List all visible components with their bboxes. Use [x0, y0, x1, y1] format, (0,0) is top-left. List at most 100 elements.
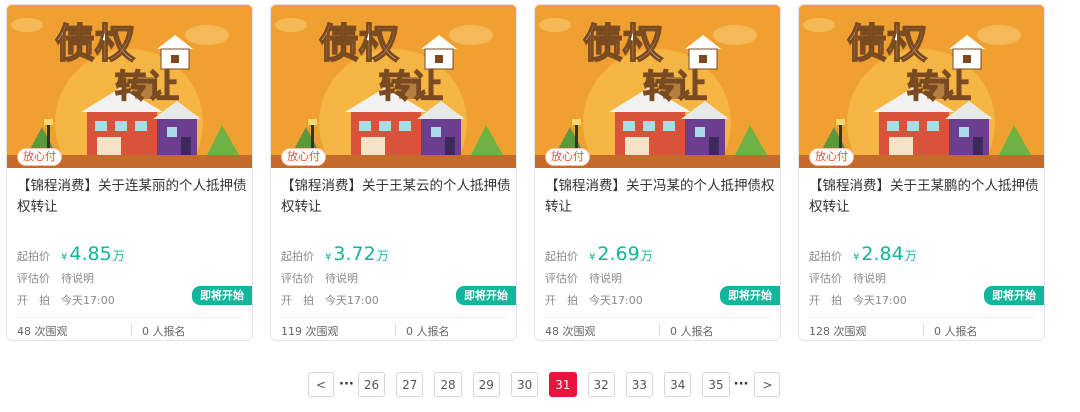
debt-transfer-illustration: 债权 转让 — [7, 5, 252, 168]
evaluation-price-value: 待说明 — [589, 272, 622, 285]
card-title[interactable]: 【锦程消费】关于冯某的个人抵押债权转让 — [545, 176, 775, 218]
evaluation-price-row: 评估价 待说明 — [809, 270, 886, 286]
auction-card[interactable]: 债权 转让 放心付 【锦程消费】关于王某鹏的个人抵押债权转让 起拍价 ¥ 2.8… — [798, 4, 1045, 341]
evaluation-price-row: 评估价 待说明 — [281, 270, 358, 286]
starting-price-row: 起拍价 ¥ 4.85 万 — [17, 243, 125, 265]
currency-symbol: ¥ — [853, 252, 860, 263]
card-banner-image[interactable]: 债权 转让 放心付 — [271, 5, 516, 168]
auction-start-row: 开 拍 今天17:00 — [281, 292, 379, 308]
page-button[interactable]: 33 — [625, 372, 654, 397]
auction-start-row: 开 拍 今天17:00 — [809, 292, 907, 308]
divider — [545, 317, 770, 318]
safe-pay-badge: 放心付 — [809, 148, 854, 166]
views-count: 128 次围观 — [809, 325, 867, 338]
evaluation-price-row: 评估价 待说明 — [545, 270, 622, 286]
next-page-button[interactable]: > — [754, 372, 781, 397]
safe-pay-badge: 放心付 — [17, 148, 62, 166]
auction-card[interactable]: 债权 转让 放心付 【锦程消费】关于王某云的个人抵押债权转让 起拍价 ¥ 3.7… — [270, 4, 517, 341]
views-count: 48 次围观 — [545, 325, 596, 338]
currency-symbol: ¥ — [61, 252, 68, 263]
stats-separator — [131, 324, 132, 336]
evaluation-price-value: 待说明 — [61, 272, 94, 285]
signups-count: 0 人报名 — [406, 325, 450, 338]
status-badge: 即将开始 — [456, 286, 516, 305]
pagination-ellipsis-end: ··· — [733, 377, 749, 392]
divider — [809, 317, 1034, 318]
card-banner-image[interactable]: 债权 转让 放心付 — [7, 5, 252, 168]
evaluation-price-value: 待说明 — [853, 272, 886, 285]
page-button-current[interactable]: 31 — [549, 372, 577, 397]
banner-title-line1: 债权 — [847, 21, 927, 67]
starting-price-label: 起拍价 — [545, 250, 578, 263]
page-button[interactable]: 30 — [510, 372, 539, 397]
evaluation-price-value: 待说明 — [325, 272, 358, 285]
page-button[interactable]: 32 — [587, 372, 615, 397]
starting-price-row: 起拍价 ¥ 2.69 万 — [545, 243, 653, 265]
currency-symbol: ¥ — [589, 252, 596, 263]
page-button[interactable]: 29 — [472, 372, 500, 397]
auction-start-row: 开 拍 今天17:00 — [545, 292, 643, 308]
page-button[interactable]: 28 — [434, 372, 462, 397]
auction-start-time: 今天17:00 — [589, 294, 643, 307]
divider — [17, 317, 242, 318]
pagination-ellipsis-start: ··· — [339, 377, 354, 392]
page-button[interactable]: 26 — [357, 372, 386, 397]
card-title[interactable]: 【锦程消费】关于连某丽的个人抵押债权转让 — [17, 176, 247, 218]
starting-price-value: 3.72 — [333, 243, 376, 265]
card-stats: 128 次围观 0 人报名 — [809, 323, 1039, 339]
banner-title-line2: 转让 — [115, 67, 179, 105]
banner-title-line2: 转让 — [643, 67, 707, 105]
evaluation-price-label: 评估价 — [545, 272, 578, 285]
price-unit: 万 — [112, 249, 125, 263]
auction-card[interactable]: 债权 转让 放心付 【锦程消费】关于冯某的个人抵押债权转让 起拍价 ¥ 2.69… — [534, 4, 781, 341]
starting-price-value: 2.69 — [597, 243, 640, 265]
status-badge: 即将开始 — [984, 286, 1044, 305]
price-unit: 万 — [376, 249, 389, 263]
auction-start-label: 开 拍 — [17, 294, 50, 307]
auction-start-time: 今天17:00 — [853, 294, 907, 307]
banner-title-line1: 债权 — [55, 21, 135, 67]
starting-price-row: 起拍价 ¥ 3.72 万 — [281, 243, 389, 265]
card-banner-image[interactable]: 债权 转让 放心付 — [535, 5, 780, 168]
listing-grid: 债权 转让 放心付 【锦程消费】关于连某丽的个人抵押债权转让 起拍价 ¥ 4.8… — [6, 4, 1045, 341]
card-stats: 119 次围观 0 人报名 — [281, 323, 511, 339]
signups-count: 0 人报名 — [142, 325, 186, 338]
safe-pay-badge: 放心付 — [545, 148, 590, 166]
starting-price-label: 起拍价 — [809, 250, 842, 263]
price-unit: 万 — [904, 249, 917, 263]
safe-pay-badge: 放心付 — [281, 148, 326, 166]
signups-count: 0 人报名 — [670, 325, 714, 338]
views-count: 119 次围观 — [281, 325, 339, 338]
page-button[interactable]: 35 — [702, 372, 730, 397]
banner-title-line2: 转让 — [379, 67, 443, 105]
card-title[interactable]: 【锦程消费】关于王某鹏的个人抵押债权转让 — [809, 176, 1039, 218]
views-count: 48 次围观 — [17, 325, 68, 338]
pagination: < ··· 26 27 28 29 30 31 32 33 34 35 ··· > — [308, 372, 791, 397]
auction-start-label: 开 拍 — [281, 294, 314, 307]
stats-separator — [395, 324, 396, 336]
banner-title-line1: 债权 — [319, 21, 399, 67]
card-title[interactable]: 【锦程消费】关于王某云的个人抵押债权转让 — [281, 176, 511, 218]
auction-start-time: 今天17:00 — [325, 294, 379, 307]
status-badge: 即将开始 — [720, 286, 780, 305]
price-unit: 万 — [640, 249, 653, 263]
currency-symbol: ¥ — [325, 252, 332, 263]
evaluation-price-label: 评估价 — [281, 272, 314, 285]
stats-separator — [923, 324, 924, 336]
auction-card[interactable]: 债权 转让 放心付 【锦程消费】关于连某丽的个人抵押债权转让 起拍价 ¥ 4.8… — [6, 4, 253, 341]
evaluation-price-label: 评估价 — [809, 272, 842, 285]
auction-start-label: 开 拍 — [809, 294, 842, 307]
page-button[interactable]: 34 — [664, 372, 692, 397]
banner-title-line2: 转让 — [907, 67, 971, 105]
card-banner-image[interactable]: 债权 转让 放心付 — [799, 5, 1044, 168]
prev-page-button[interactable]: < — [308, 372, 334, 397]
banner-title-line1: 债权 — [583, 21, 663, 67]
starting-price-value: 2.84 — [861, 243, 904, 265]
divider — [281, 317, 506, 318]
debt-transfer-illustration: 债权 转让 — [799, 5, 1044, 168]
evaluation-price-label: 评估价 — [17, 272, 50, 285]
starting-price-label: 起拍价 — [281, 250, 314, 263]
page-button[interactable]: 27 — [396, 372, 424, 397]
debt-transfer-illustration: 债权 转让 — [535, 5, 780, 168]
starting-price-value: 4.85 — [69, 243, 112, 265]
